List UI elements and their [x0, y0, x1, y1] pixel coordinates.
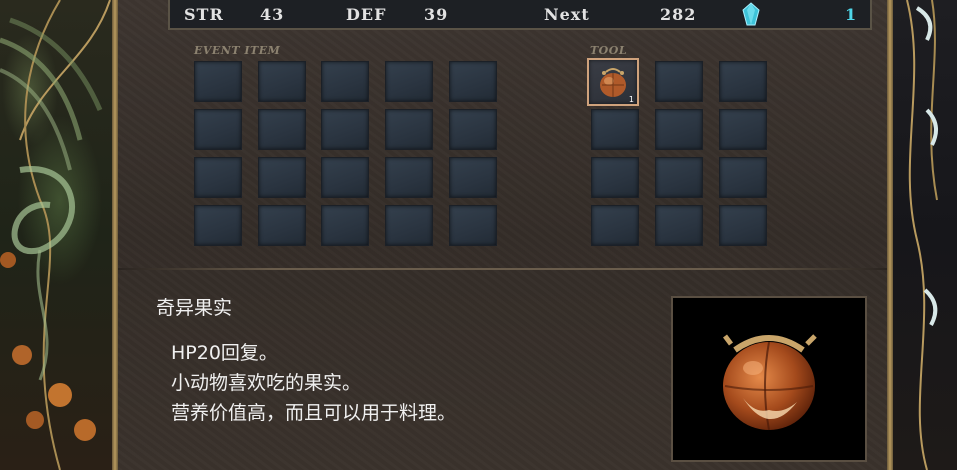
- event-item-slot[interactable]: [194, 61, 242, 102]
- event-item-slot[interactable]: [321, 109, 369, 150]
- event-item-slot[interactable]: [258, 109, 306, 150]
- tool-slot[interactable]: [591, 205, 639, 246]
- next-label: Next: [544, 5, 590, 24]
- left-decorative-art: [0, 0, 118, 470]
- def-value: 39: [424, 5, 449, 24]
- event-item-slot[interactable]: [449, 157, 497, 198]
- event-item-slot[interactable]: [385, 157, 433, 198]
- fern-vine-illustration: [0, 0, 111, 470]
- right-decorative-art: [887, 0, 957, 470]
- tool-slot[interactable]: [719, 157, 767, 198]
- tool-slot[interactable]: [719, 61, 767, 102]
- tool-slot[interactable]: [655, 109, 703, 150]
- vine-illustration: [906, 0, 938, 470]
- event-item-slot[interactable]: [385, 205, 433, 246]
- event-item-slot[interactable]: [194, 109, 242, 150]
- strange-fruit-icon: [600, 68, 626, 97]
- section-divider: [118, 268, 887, 270]
- description-line: HP20回复。: [171, 342, 278, 364]
- tool-label: TOOL: [590, 44, 628, 57]
- event-item-slot[interactable]: [194, 157, 242, 198]
- inventory-panel: STR 43 DEF 39 Next 282 1 EVENT ITEM TOOL: [118, 0, 887, 470]
- tool-slot[interactable]: [591, 157, 639, 198]
- event-item-slot[interactable]: [449, 61, 497, 102]
- event-item-slot[interactable]: [321, 205, 369, 246]
- event-item-slot[interactable]: [449, 109, 497, 150]
- crystal-icon: [742, 2, 760, 26]
- event-item-slot[interactable]: [194, 205, 242, 246]
- str-label: STR: [184, 5, 224, 24]
- right-frame-border: [887, 0, 893, 470]
- event-item-slot[interactable]: [385, 61, 433, 102]
- tool-slot[interactable]: [655, 205, 703, 246]
- description-line: 小动物喜欢吃的果实。: [171, 372, 362, 394]
- event-item-slot[interactable]: [258, 205, 306, 246]
- item-count: 1: [628, 95, 634, 104]
- event-item-slot[interactable]: [321, 157, 369, 198]
- gem-count: 1: [845, 5, 858, 24]
- event-item-slot[interactable]: [258, 157, 306, 198]
- event-item-label: EVENT ITEM: [194, 44, 281, 57]
- event-item-slot[interactable]: [385, 109, 433, 150]
- next-value: 282: [660, 5, 697, 24]
- event-item-slot[interactable]: [258, 61, 306, 102]
- stats-bar: STR 43 DEF 39 Next 282 1: [168, 0, 872, 30]
- item-name: 奇异果实: [156, 297, 233, 319]
- tool-slot[interactable]: [719, 109, 767, 150]
- event-item-slot[interactable]: [449, 205, 497, 246]
- tool-slot[interactable]: [719, 205, 767, 246]
- tool-slot[interactable]: [655, 157, 703, 198]
- description-line: 营养价值高，而且可以用于料理。: [171, 402, 457, 424]
- strange-fruit-icon: [723, 334, 817, 431]
- tool-slot-selected[interactable]: 1: [587, 58, 639, 106]
- event-item-slot[interactable]: [321, 61, 369, 102]
- item-preview: [671, 296, 867, 462]
- str-value: 43: [260, 5, 285, 24]
- tool-slot[interactable]: [591, 109, 639, 150]
- def-label: DEF: [346, 5, 387, 24]
- tool-slot[interactable]: [655, 61, 703, 102]
